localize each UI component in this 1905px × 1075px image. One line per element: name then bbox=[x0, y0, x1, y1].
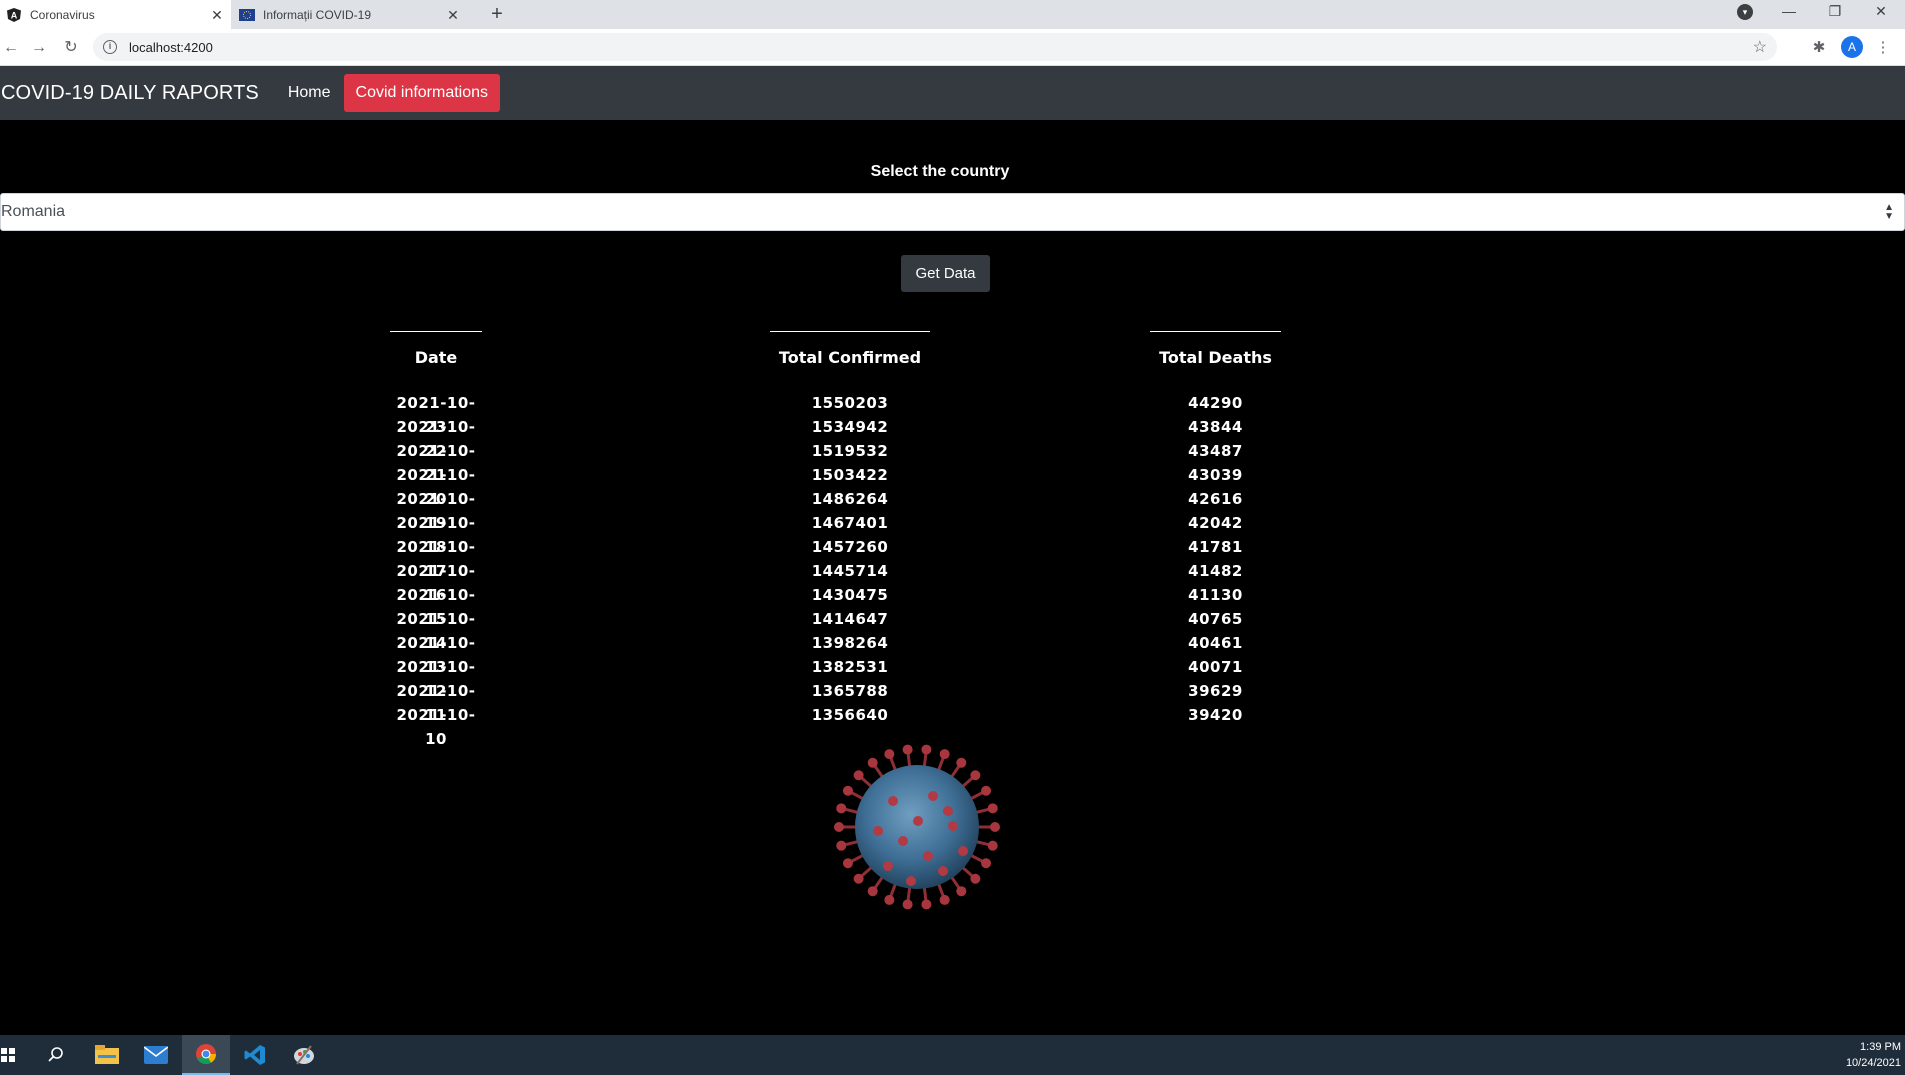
country-select[interactable]: Romania ▲ ▼ bbox=[0, 193, 1905, 231]
tab-coronavirus[interactable]: A Coronavirus ✕ bbox=[0, 0, 231, 29]
site-info-icon[interactable]: i bbox=[103, 40, 117, 54]
table-cell: 2021-10-20 bbox=[396, 466, 476, 508]
mail-icon[interactable] bbox=[132, 1035, 180, 1075]
table-cell: 1382531 bbox=[811, 658, 889, 676]
table-cell: 1486264 bbox=[811, 490, 889, 508]
table-cell: 2021-10-11 bbox=[396, 682, 476, 724]
country-select-value: Romania bbox=[1, 203, 66, 220]
profile-avatar[interactable]: A bbox=[1841, 36, 1863, 58]
tab-title: Informații COVID-19 bbox=[263, 7, 372, 22]
extensions-icon[interactable]: ✱ bbox=[1808, 37, 1830, 59]
table-cell: 2021-10-10 bbox=[396, 706, 476, 748]
table-cell: 2021-10-21 bbox=[396, 442, 476, 484]
file-explorer-icon[interactable] bbox=[83, 1035, 131, 1075]
table-cell: 2021-10-14 bbox=[396, 610, 476, 652]
svg-text:A: A bbox=[11, 10, 18, 20]
table-cell: 1467401 bbox=[811, 514, 889, 532]
forward-icon[interactable]: → bbox=[28, 37, 50, 59]
new-tab-button[interactable]: + bbox=[484, 2, 510, 28]
browser-tab-strip: A Coronavirus ✕ Informații COVID-19 ✕ + … bbox=[0, 0, 1905, 29]
vscode-icon[interactable] bbox=[231, 1035, 279, 1075]
table-cell: 2021-10-18 bbox=[396, 514, 476, 556]
table-cell: 42616 bbox=[1188, 490, 1243, 508]
table-cell: 1534942 bbox=[811, 418, 889, 436]
table-cell: 1503422 bbox=[811, 466, 889, 484]
table-cell: 1414647 bbox=[811, 610, 889, 628]
table-cell: 1356640 bbox=[811, 706, 889, 724]
nav-covid-informations-button[interactable]: Covid informations bbox=[343, 74, 501, 112]
select-arrows-icon: ▲ ▼ bbox=[1884, 202, 1894, 222]
table-cell: 39629 bbox=[1188, 682, 1243, 700]
table-cell: 41130 bbox=[1188, 586, 1243, 604]
search-icon[interactable] bbox=[32, 1035, 80, 1075]
table-cell: 1365788 bbox=[811, 682, 889, 700]
close-window-icon[interactable]: ✕ bbox=[1858, 0, 1904, 24]
taskbar-clock[interactable]: 1:39 PM 10/24/2021 bbox=[1846, 1039, 1901, 1071]
restore-icon[interactable]: ❐ bbox=[1812, 0, 1858, 24]
angular-icon: A bbox=[6, 7, 22, 23]
url-text: localhost:4200 bbox=[129, 39, 213, 55]
total-confirmed-header: Total Confirmed bbox=[770, 331, 930, 391]
close-tab-icon[interactable]: ✕ bbox=[209, 7, 225, 23]
table-cell: 1457260 bbox=[811, 538, 889, 556]
table-cell: 40071 bbox=[1188, 658, 1243, 676]
back-icon[interactable]: ← bbox=[0, 37, 22, 59]
tab-informatii-covid[interactable]: Informații COVID-19 ✕ bbox=[233, 0, 467, 29]
chrome-icon[interactable] bbox=[182, 1035, 230, 1075]
table-cell: 1550203 bbox=[811, 394, 889, 412]
tab-title: Coronavirus bbox=[30, 7, 95, 22]
brand-title[interactable]: COVID-19 DAILY RAPORTS bbox=[1, 82, 259, 105]
table-cell: 42042 bbox=[1188, 514, 1243, 532]
bookmark-star-icon[interactable]: ☆ bbox=[1753, 37, 1767, 57]
table-cell: 2021-10-23 bbox=[396, 394, 476, 436]
minimize-icon[interactable]: — bbox=[1766, 0, 1812, 24]
table-cell: 40765 bbox=[1188, 610, 1243, 628]
table-cell: 2021-10-15 bbox=[396, 586, 476, 628]
reload-icon[interactable]: ↻ bbox=[60, 37, 82, 59]
table-cell: 41482 bbox=[1188, 562, 1243, 580]
date-column: Date 2021-10-23 2021-10-22 2021-10-21 2021-… bbox=[390, 331, 482, 748]
clock-time: 1:39 PM bbox=[1860, 1041, 1901, 1053]
clock-date: 10/24/2021 bbox=[1845, 1057, 1901, 1069]
paint-icon[interactable] bbox=[280, 1035, 328, 1075]
table-cell: 1430475 bbox=[811, 586, 889, 604]
table-cell: 43039 bbox=[1188, 466, 1243, 484]
total-confirmed-column: Total Confirmed 1550203 1534942 1519532 150… bbox=[770, 331, 930, 727]
table-cell: 40461 bbox=[1188, 634, 1243, 652]
table-cell: 2021-10-16 bbox=[396, 562, 476, 604]
table-cell: 1519532 bbox=[811, 442, 889, 460]
windows-start-icon[interactable] bbox=[0, 1035, 16, 1075]
nav-home-link[interactable]: Home bbox=[288, 84, 331, 102]
table-cell: 1445714 bbox=[811, 562, 889, 580]
browser-toolbar: ← → ↻ i localhost:4200 ☆ ✱ ⋮ bbox=[0, 29, 1905, 66]
close-tab-icon[interactable]: ✕ bbox=[445, 7, 461, 23]
address-bar[interactable]: i localhost:4200 ☆ bbox=[93, 33, 1777, 61]
table-cell: 41781 bbox=[1188, 538, 1243, 556]
tab-search-icon[interactable]: ▾ bbox=[1737, 4, 1753, 20]
table-cell: 2021-10-19 bbox=[396, 490, 476, 532]
app-navbar: COVID-19 DAILY RAPORTS Home Covid inform… bbox=[0, 66, 1905, 120]
windows-taskbar: 1:39 PM 10/24/2021 bbox=[0, 1035, 1905, 1075]
table-cell: 43844 bbox=[1188, 418, 1243, 436]
eu-flag-icon bbox=[239, 7, 255, 23]
date-header: Date bbox=[390, 331, 482, 391]
select-country-label: Select the country bbox=[870, 163, 1010, 180]
table-cell: 2021-10-22 bbox=[396, 418, 476, 460]
total-deaths-header: Total Deaths bbox=[1150, 331, 1281, 391]
table-cell: 2021-10-17 bbox=[396, 538, 476, 580]
table-cell: 2021-10-12 bbox=[396, 658, 476, 700]
table-cell: 43487 bbox=[1188, 442, 1243, 460]
total-deaths-column: Total Deaths 44290 43844 43487 43039 42616 42… bbox=[1150, 331, 1281, 727]
coronavirus-image bbox=[834, 744, 1000, 910]
table-cell: 2021-10-13 bbox=[396, 634, 476, 676]
chrome-menu-icon[interactable]: ⋮ bbox=[1872, 37, 1894, 59]
table-cell: 44290 bbox=[1188, 394, 1243, 412]
table-cell: 39420 bbox=[1188, 706, 1243, 724]
table-cell: 1398264 bbox=[811, 634, 889, 652]
get-data-button[interactable]: Get Data bbox=[901, 255, 990, 292]
